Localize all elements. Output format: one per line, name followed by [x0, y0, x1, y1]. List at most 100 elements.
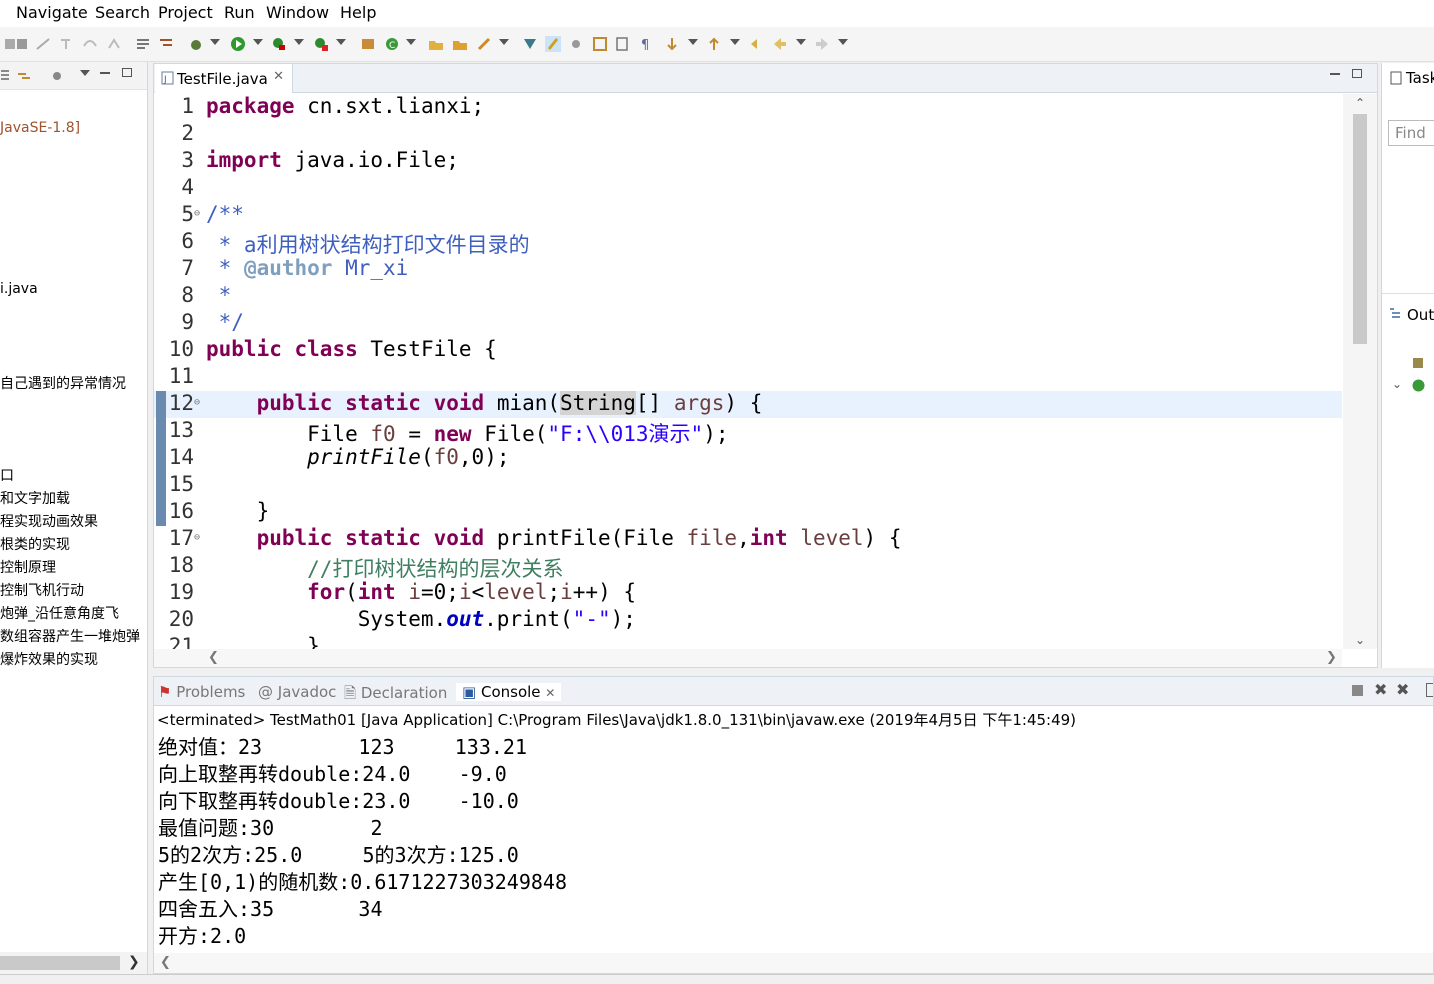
scroll-thumb[interactable] — [0, 956, 120, 970]
maximize-icon[interactable] — [1352, 69, 1362, 78]
clear-console-icon[interactable] — [1426, 683, 1433, 697]
menu-run[interactable]: Run — [224, 3, 255, 22]
previous-annotation-dropdown[interactable] — [730, 39, 740, 45]
search-icon[interactable] — [476, 36, 492, 52]
drop-to-frame-icon[interactable] — [135, 36, 151, 52]
coverage-icon[interactable] — [271, 36, 287, 52]
minimize-icon[interactable] — [100, 72, 110, 74]
terminate-icon[interactable] — [14, 36, 30, 52]
collapse-all-icon[interactable] — [0, 68, 14, 82]
tree-item[interactable]: 控制飞机行动 — [0, 580, 84, 600]
tab-javadoc[interactable]: @ Javadoc — [258, 683, 336, 701]
open-folder-icon[interactable] — [452, 36, 468, 52]
scroll-thumb[interactable] — [1353, 114, 1367, 344]
back-icon[interactable] — [772, 36, 788, 52]
svg-text:C: C — [389, 41, 395, 51]
step-over-icon[interactable] — [82, 36, 98, 52]
tab-testfile-java[interactable]: J TestFile.java ✕ — [155, 64, 293, 93]
tree-item[interactable]: 爆炸效果的实现 — [0, 649, 98, 669]
console-output-line: 5的2次方:25.0 5的3次方:125.0 — [158, 843, 519, 867]
close-tab-icon[interactable]: ✕ — [273, 69, 284, 84]
tab-problems[interactable]: ⚑ Problems — [158, 683, 245, 701]
debug-icon[interactable] — [188, 36, 204, 52]
code-area[interactable]: 1 2 3 4 5 6 7 8 9 10 11 12 13 14 15 16 1… — [154, 94, 1377, 649]
external-tools-icon[interactable] — [313, 36, 329, 52]
chevron-down-icon[interactable]: ⌄ — [1392, 377, 1402, 391]
step-return-icon[interactable] — [106, 36, 122, 52]
remove-all-terminated-icon[interactable]: ✖ — [1396, 680, 1409, 699]
show-whitespace-icon[interactable]: ¶ — [638, 36, 654, 52]
fold-toggle-icon[interactable]: ⊖ — [194, 397, 200, 408]
scroll-down-arrow-icon[interactable]: ⌄ — [1355, 633, 1365, 647]
block-selection-icon[interactable] — [592, 36, 608, 52]
toggle-breadcrumb-icon[interactable] — [568, 36, 584, 52]
tree-item-java-file[interactable]: i.java — [0, 281, 38, 297]
scroll-left-arrow-icon[interactable]: ❮ — [208, 650, 219, 665]
tab-console[interactable]: ▣ Console ✕ — [456, 683, 562, 701]
code-line: } — [206, 499, 270, 523]
code-line: printFile(f0,0); — [307, 445, 510, 469]
tree-item[interactable]: 和文字加载 — [0, 488, 70, 508]
coverage-dropdown[interactable] — [294, 39, 304, 45]
fold-toggle-icon[interactable]: ⊖ — [194, 208, 200, 219]
tree-item[interactable]: 数组容器产生一堆炮弹 — [0, 626, 140, 646]
toggle-mark-occurrences-icon[interactable] — [522, 36, 538, 52]
word-wrap-icon[interactable] — [614, 36, 630, 52]
link-with-editor-icon[interactable] — [16, 68, 32, 84]
menu-navigate[interactable]: Navigate — [16, 3, 88, 22]
editor-horizontal-scrollbar[interactable]: ❮ ❯ — [154, 649, 1342, 667]
use-step-filters-icon[interactable] — [158, 36, 174, 52]
forward-dropdown[interactable] — [838, 39, 848, 45]
tree-item[interactable]: 炮弹_沿任意角度飞 — [0, 603, 119, 623]
find-input[interactable]: Find — [1388, 120, 1434, 146]
maximize-icon[interactable] — [122, 68, 132, 77]
outline-tab[interactable]: Out — [1407, 306, 1434, 324]
tree-item[interactable]: 根类的实现 — [0, 534, 70, 554]
menu-search[interactable]: Search — [95, 3, 150, 22]
view-menu-icon[interactable] — [80, 70, 90, 76]
console-horizontal-scrollbar[interactable]: ❮ — [154, 953, 1433, 973]
run-icon[interactable] — [230, 36, 246, 52]
open-type-icon[interactable] — [428, 36, 444, 52]
highlight-icon[interactable] — [545, 36, 561, 52]
tree-item[interactable]: 口 — [0, 465, 14, 485]
disconnect-icon[interactable] — [35, 36, 51, 52]
new-class-dropdown[interactable] — [406, 39, 416, 45]
new-java-package-icon[interactable] — [360, 36, 376, 52]
previous-annotation-icon[interactable] — [706, 36, 722, 52]
back-dropdown[interactable] — [796, 39, 806, 45]
scroll-right-arrow-icon[interactable]: ❯ — [128, 954, 140, 970]
menu-window[interactable]: Window — [266, 3, 329, 22]
editor-vertical-scrollbar[interactable]: ⌃ ⌄ — [1343, 94, 1377, 649]
tree-item[interactable]: 自己遇到的异常情况 — [0, 373, 126, 393]
last-edit-location-icon[interactable] — [749, 36, 765, 52]
remove-launch-icon[interactable]: ✖ — [1374, 680, 1387, 699]
close-tab-icon[interactable]: ✕ — [545, 686, 555, 700]
debug-dropdown[interactable] — [210, 39, 220, 45]
forward-icon[interactable] — [814, 36, 830, 52]
step-into-icon[interactable] — [58, 36, 74, 52]
terminate-icon[interactable] — [1352, 685, 1363, 696]
search-dropdown[interactable] — [499, 39, 509, 45]
tab-declaration[interactable]: 🗎 Declaration — [344, 683, 447, 708]
tree-item[interactable]: 程实现动画效果 — [0, 511, 98, 531]
scroll-up-arrow-icon[interactable]: ⌃ — [1355, 96, 1365, 110]
left-horizontal-scrollbar[interactable]: ❯ — [0, 952, 147, 974]
minimize-icon[interactable] — [1330, 73, 1340, 75]
scroll-right-arrow-icon[interactable]: ❯ — [1326, 650, 1337, 665]
filters-icon[interactable] — [50, 69, 64, 83]
next-annotation-dropdown[interactable] — [688, 39, 698, 45]
run-dropdown[interactable] — [253, 39, 263, 45]
external-tools-dropdown[interactable] — [336, 39, 346, 45]
menu-bar: Navigate Search Project Run Window Help — [0, 0, 1434, 27]
scroll-left-arrow-icon[interactable]: ❮ — [160, 955, 171, 970]
tree-item-jre[interactable]: JavaSE-1.8] — [0, 120, 80, 136]
line-number: 12 — [168, 391, 194, 415]
menu-project[interactable]: Project — [158, 3, 213, 22]
next-annotation-icon[interactable] — [664, 36, 680, 52]
task-list-tab[interactable]: Task — [1406, 69, 1434, 87]
fold-toggle-icon[interactable]: ⊖ — [194, 532, 200, 543]
tree-item[interactable]: 控制原理 — [0, 557, 56, 577]
menu-help[interactable]: Help — [340, 3, 376, 22]
new-java-class-icon[interactable]: C — [384, 36, 400, 52]
